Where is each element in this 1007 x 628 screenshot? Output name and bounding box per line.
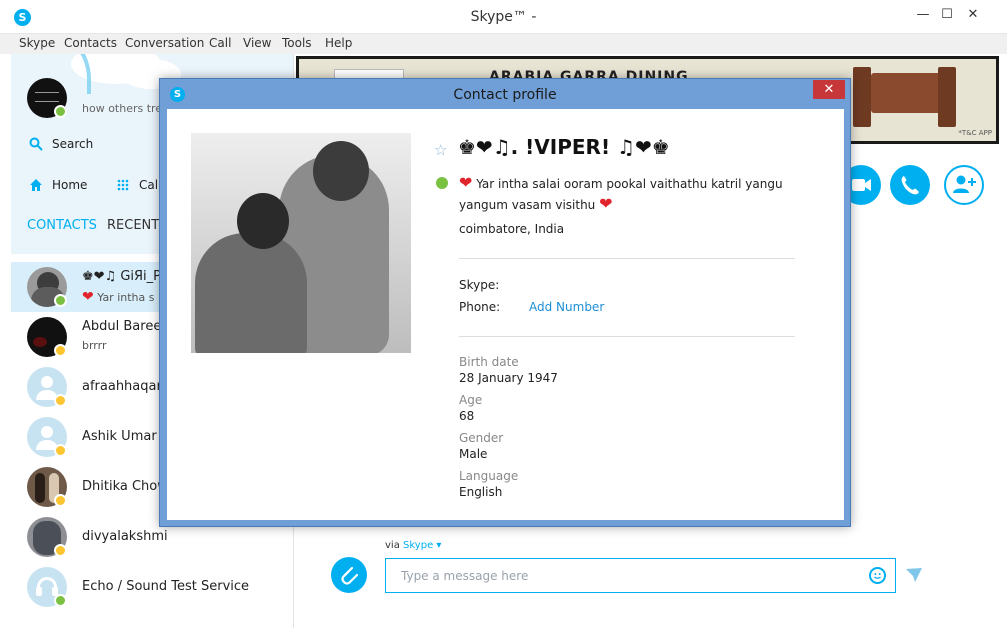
skype-label: Skype: — [459, 278, 500, 292]
menu-help[interactable]: Help — [325, 36, 352, 50]
contact-name: Abdul Baree — [82, 319, 162, 334]
tab-recent[interactable]: RECENT — [107, 218, 159, 233]
contact-list-item[interactable]: Echo / Sound Test Service — [11, 562, 293, 612]
via-selector[interactable]: via Skype ▾ — [385, 540, 441, 551]
ad-image — [853, 67, 871, 127]
ad-image — [938, 67, 956, 127]
message-input[interactable] — [385, 558, 896, 593]
menu-bar: Skype Contacts Conversation Call View To… — [0, 34, 1007, 54]
menu-contacts[interactable]: Contacts — [64, 36, 117, 50]
contact-name: Echo / Sound Test Service — [82, 579, 250, 594]
phone-label: Phone: — [459, 300, 501, 314]
via-link[interactable]: Skype — [403, 540, 433, 551]
contact-mood: brrrr — [82, 339, 107, 352]
contact-name: divyalakshmi — [82, 529, 168, 544]
audio-call-button[interactable] — [890, 165, 930, 205]
away-status-icon — [54, 344, 67, 357]
maximize-button[interactable]: ☐ — [936, 4, 958, 26]
attach-button[interactable] — [331, 557, 367, 593]
online-status-icon — [436, 177, 448, 189]
contact-name: Dhitika Chow — [82, 479, 168, 494]
menu-view[interactable]: View — [243, 36, 271, 50]
avatar-image — [35, 92, 59, 102]
chevron-down-icon: ▾ — [436, 540, 442, 551]
online-status-icon — [54, 594, 67, 607]
mood-message[interactable]: how others tre — [82, 102, 162, 115]
menu-conversation[interactable]: Conversation — [125, 36, 204, 50]
dialog-title: Contact profile — [453, 87, 557, 103]
language-label: Language — [459, 469, 519, 483]
emoticon-button[interactable] — [869, 567, 886, 584]
search-icon — [29, 137, 43, 151]
via-label: via — [385, 540, 400, 551]
divider — [459, 336, 795, 337]
dialog-body: ☆ ♚❤♫. !VIPER! ♫❤♚ ❤ Yar intha salai oor… — [167, 109, 844, 520]
online-status-icon — [54, 105, 67, 118]
age-label: Age — [459, 393, 483, 407]
dialpad-icon — [117, 179, 129, 191]
birth-date-label: Birth date — [459, 355, 519, 369]
home-label: Home — [52, 178, 88, 192]
minimize-button[interactable]: — — [912, 4, 934, 26]
heart-icon: ❤ — [459, 173, 473, 192]
menu-skype[interactable]: Skype — [19, 36, 55, 50]
profile-display-name: ♚❤♫. !VIPER! ♫❤♚ — [458, 135, 670, 159]
birth-date-value: 28 January 1947 — [459, 371, 558, 385]
away-status-icon — [54, 544, 67, 557]
age-value: 68 — [459, 409, 475, 423]
divider — [459, 258, 795, 259]
add-number-link[interactable]: Add Number — [529, 300, 604, 314]
ad-image — [871, 73, 941, 113]
profile-location: coimbatore, India — [459, 222, 565, 236]
gender-value: Male — [459, 447, 488, 461]
menu-tools[interactable]: Tools — [282, 36, 312, 50]
contact-profile-dialog: S Contact profile ✕ ☆ ♚❤♫. !VIPER! ♫❤♚ ❤… — [159, 78, 851, 527]
add-people-button[interactable] — [944, 165, 984, 205]
away-status-icon — [54, 394, 67, 407]
smiley-icon — [874, 573, 881, 579]
contact-mood: ❤ Yar intha s — [82, 289, 155, 305]
paperclip-icon — [341, 566, 359, 585]
profile-photo — [191, 133, 411, 353]
tab-contacts[interactable]: CONTACTS — [27, 218, 97, 233]
profile-mood: ❤ Yar intha salai ooram pookal vaithathu… — [459, 173, 783, 213]
contact-name: Ashik Umar — [82, 429, 157, 444]
dialog-close-button[interactable]: ✕ — [813, 80, 845, 99]
title-bar: S Skype™ - — ☐ ✕ — [0, 0, 1007, 34]
heart-icon: ❤ — [82, 289, 94, 305]
favorite-star-icon[interactable]: ☆ — [434, 141, 447, 159]
ad-terms: *T&C APP — [958, 129, 992, 137]
contact-name: ♚❤♫ GiЯi_P — [82, 269, 162, 284]
close-button[interactable]: ✕ — [962, 4, 984, 26]
send-icon[interactable] — [906, 568, 922, 582]
search-label: Search — [52, 137, 94, 151]
away-status-icon — [54, 494, 67, 507]
language-value: English — [459, 485, 503, 499]
add-user-icon — [953, 175, 976, 193]
gender-label: Gender — [459, 431, 504, 445]
home-icon — [30, 179, 42, 191]
phone-icon — [901, 176, 919, 195]
online-status-icon — [54, 294, 67, 307]
window-title: Skype™ - — [470, 9, 537, 25]
heart-icon: ❤ — [599, 194, 613, 213]
away-status-icon — [54, 444, 67, 457]
contact-name: afraahhaqani — [82, 379, 169, 394]
menu-call[interactable]: Call — [209, 36, 231, 50]
